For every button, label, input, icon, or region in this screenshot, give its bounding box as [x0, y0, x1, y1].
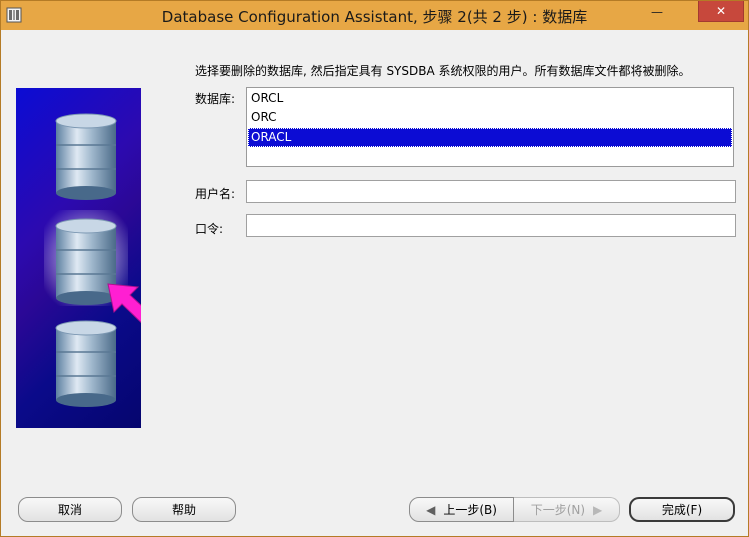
back-button-label: 上一步(B): [443, 503, 497, 517]
database-item-orcl[interactable]: ORCL: [248, 89, 732, 108]
next-button-label: 下一步(N): [530, 503, 586, 517]
next-button[interactable]: 下一步(N) ▶: [514, 497, 620, 522]
chevron-left-icon: ◀: [426, 502, 436, 517]
username-input[interactable]: [246, 180, 736, 203]
minimize-icon: —: [651, 4, 663, 19]
finish-button[interactable]: 完成(F): [629, 497, 735, 522]
chevron-right-icon: ▶: [593, 502, 603, 517]
database-cylinder-middle: [55, 218, 117, 305]
database-item-oracl[interactable]: ORACL: [248, 128, 732, 147]
pointer-arrow-icon: [107, 283, 141, 323]
close-icon: ✕: [715, 4, 727, 18]
username-label: 用户名:: [195, 187, 236, 201]
password-input[interactable]: [246, 214, 736, 237]
database-listbox[interactable]: ORCL ORC ORACL: [246, 87, 734, 167]
database-item-orc[interactable]: ORC: [248, 108, 732, 127]
password-label: 口令:: [195, 222, 224, 236]
help-button[interactable]: 帮助: [132, 497, 236, 522]
database-illustration: [16, 88, 141, 428]
window-title: Database Configuration Assistant, 步骤 2(共…: [161, 8, 588, 26]
database-cylinder-top: [55, 113, 117, 200]
database-cylinder-bottom: [55, 320, 117, 407]
dbca-window: Database Configuration Assistant, 步骤 2(共…: [0, 0, 749, 537]
minimize-button[interactable]: —: [644, 1, 670, 22]
back-button[interactable]: ◀ 上一步(B): [409, 497, 514, 522]
close-button[interactable]: ✕: [698, 1, 744, 22]
database-label: 数据库:: [195, 92, 236, 106]
cancel-button[interactable]: 取消: [18, 497, 122, 522]
instruction-text: 选择要删除的数据库, 然后指定具有 SYSDBA 系统权限的用户。所有数据库文件…: [195, 64, 691, 78]
dialog-content: 选择要删除的数据库, 然后指定具有 SYSDBA 系统权限的用户。所有数据库文件…: [2, 30, 747, 535]
title-bar[interactable]: Database Configuration Assistant, 步骤 2(共…: [1, 1, 748, 30]
